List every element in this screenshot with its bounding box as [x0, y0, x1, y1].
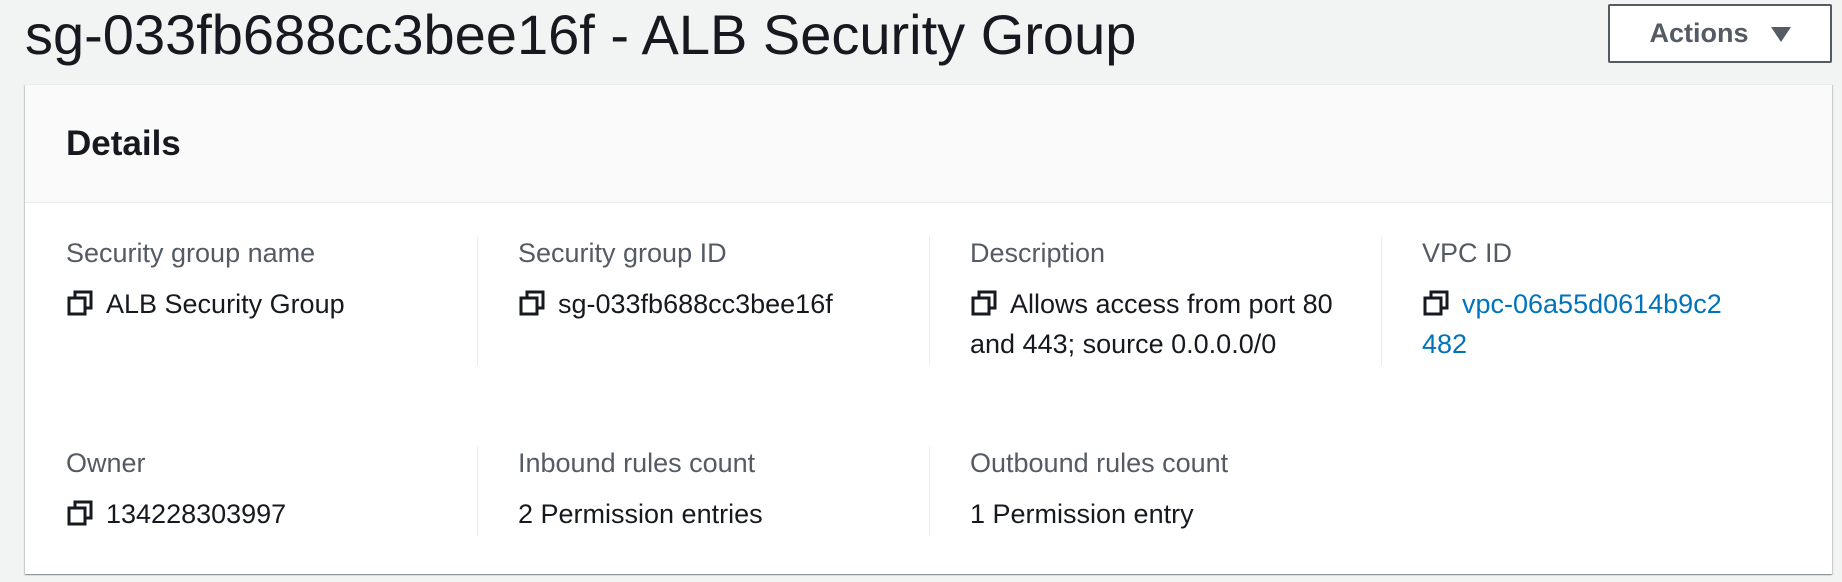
field-inbound-rules-count: Inbound rules count 2 Permission entries	[477, 446, 970, 536]
field-label: Owner	[66, 448, 146, 478]
details-panel: Details Security group name ALB Security…	[25, 84, 1832, 574]
copy-icon[interactable]	[1422, 289, 1450, 317]
owner-value: 134228303997	[106, 499, 287, 529]
outbound-rules-count-value: 1 Permission entry	[970, 499, 1194, 529]
actions-button-label: Actions	[1649, 18, 1749, 48]
field-vpc-id: VPC ID vpc-06a55d0614b9c2482	[1381, 236, 1842, 366]
field-value: vpc-06a55d0614b9c2482	[1422, 284, 1722, 364]
field-value: Allows access from port 80 and 443; sour…	[970, 284, 1350, 364]
security-group-id-value: sg-033fb688cc3bee16f	[558, 289, 833, 319]
field-security-group-id: Security group ID sg-033fb688cc3bee16f	[477, 236, 970, 366]
field-label: Inbound rules count	[518, 448, 756, 478]
field-description: Description Allows access from port 80 a…	[929, 236, 1422, 366]
field-owner: Owner 134228303997	[66, 446, 518, 534]
field-label: Security group ID	[518, 238, 727, 268]
field-label: Security group name	[66, 238, 316, 268]
field-value: 134228303997	[66, 494, 466, 534]
copy-icon[interactable]	[66, 499, 94, 527]
copy-icon[interactable]	[518, 289, 546, 317]
details-heading: Details	[66, 123, 181, 163]
vpc-id-link[interactable]: vpc-06a55d0614b9c2482	[1422, 289, 1722, 359]
copy-icon[interactable]	[66, 289, 94, 317]
inbound-rules-count-value: 2 Permission entries	[518, 499, 763, 529]
field-label: Outbound rules count	[970, 448, 1229, 478]
field-outbound-rules-count: Outbound rules count 1 Permission entry	[929, 446, 1422, 536]
field-security-group-name: Security group name ALB Security Group	[66, 236, 518, 324]
details-panel-header: Details	[25, 85, 1832, 203]
copy-icon[interactable]	[970, 289, 998, 317]
field-label: VPC ID	[1422, 238, 1513, 268]
actions-button[interactable]: Actions	[1608, 4, 1832, 63]
field-value: ALB Security Group	[66, 284, 466, 324]
security-group-name-value: ALB Security Group	[106, 289, 345, 319]
caret-down-icon	[1770, 27, 1791, 42]
field-label: Description	[970, 238, 1106, 268]
field-value: sg-033fb688cc3bee16f	[518, 284, 918, 324]
description-value: Allows access from port 80 and 443; sour…	[970, 289, 1333, 359]
page-title: sg-033fb688cc3bee16f - ALB Security Grou…	[25, 3, 1137, 66]
